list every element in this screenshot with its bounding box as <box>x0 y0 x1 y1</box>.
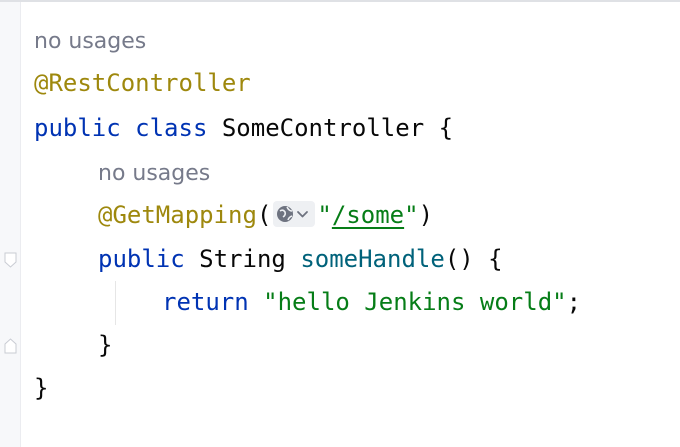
return-statement-line: return "hello Jenkins world"; <box>162 282 581 322</box>
class-usages-hint[interactable]: no usages <box>34 20 146 60</box>
public-keyword: public <box>34 114 121 142</box>
method-declaration-line: public String someHandle() { <box>98 239 503 279</box>
semicolon: ; <box>566 288 582 316</box>
rest-controller-annotation: @RestController <box>34 69 251 97</box>
chevron-down-icon <box>297 211 309 218</box>
method-open-brace: { <box>488 245 503 273</box>
string-literal: "hello Jenkins world" <box>263 288 567 316</box>
indent-guide <box>115 281 116 325</box>
mapping-paren-close: ) <box>418 201 434 229</box>
fold-start-icon[interactable] <box>4 252 17 268</box>
mapping-paren-open: ( <box>256 201 272 229</box>
method-usages-hint[interactable]: no usages <box>98 152 210 192</box>
class-open-brace: { <box>438 114 454 142</box>
endpoint-path-link[interactable]: /some <box>332 201 404 229</box>
class-name: SomeController <box>221 114 425 142</box>
code-area[interactable]: no usages @RestController public class S… <box>21 2 680 445</box>
class-keyword: class <box>135 114 208 142</box>
get-mapping-line: @GetMapping( "/some") <box>98 195 433 235</box>
path-quote-close: " <box>404 201 419 229</box>
method-parens: () <box>444 245 474 273</box>
globe-icon <box>277 206 294 222</box>
code-editor-window: no usages @RestController public class S… <box>0 0 680 447</box>
fold-end-icon[interactable] <box>4 338 17 354</box>
class-close-brace: } <box>34 374 49 402</box>
return-keyword: return <box>162 288 249 316</box>
class-close-line: } <box>34 368 48 408</box>
method-name: someHandle <box>300 245 445 273</box>
public-keyword: public <box>98 245 185 273</box>
class-declaration-line: public class SomeController { <box>34 108 453 148</box>
rest-controller-annotation-line: @RestController <box>34 63 251 103</box>
editor-gutter <box>0 2 21 447</box>
method-close-brace: } <box>98 331 113 359</box>
endpoint-inlay-button[interactable] <box>273 201 316 227</box>
method-close-line: } <box>98 325 112 365</box>
return-type: String <box>199 245 286 273</box>
path-quote-open: " <box>317 201 332 229</box>
get-mapping-annotation: @GetMapping <box>98 201 257 229</box>
